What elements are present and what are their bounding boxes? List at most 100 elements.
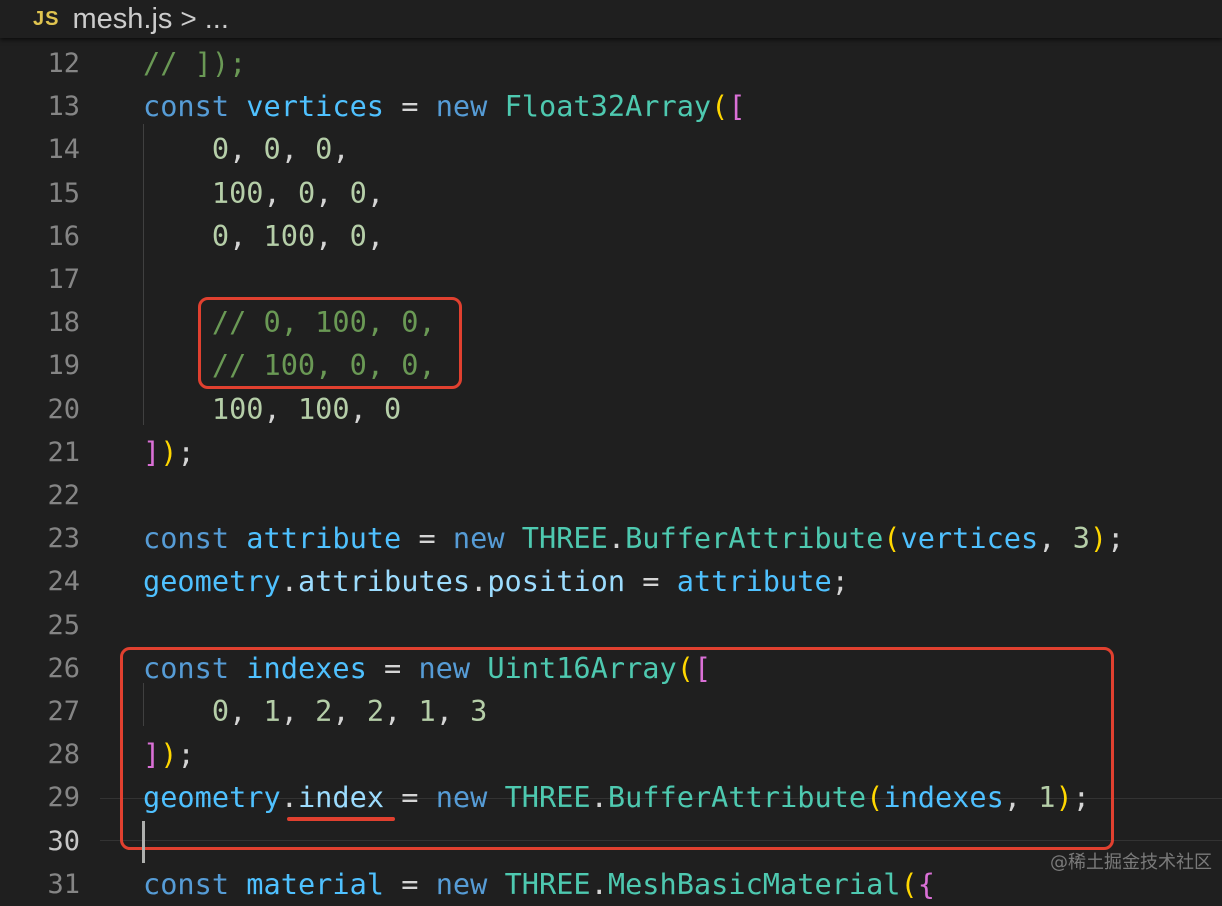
code-line[interactable]: 20 100, 100, 0 xyxy=(0,388,1222,431)
code-token: ; xyxy=(177,737,195,772)
code-line[interactable]: 15 100, 0, 0, xyxy=(0,172,1222,215)
line-number: 14 xyxy=(47,134,80,166)
code-token: 0 xyxy=(315,132,333,167)
code-token: ) xyxy=(1055,780,1073,815)
code-editor[interactable]: 12// ]); 13 const vertices = new Float32Ar… xyxy=(0,38,1222,901)
code-token: const xyxy=(143,650,247,685)
code-text[interactable]: // 100, 0, 0, xyxy=(143,344,436,387)
line-number: 30 xyxy=(47,825,80,857)
code-token: . xyxy=(607,521,626,556)
code-token: ; xyxy=(1072,780,1090,815)
line-number: 16 xyxy=(47,220,80,252)
code-token: [ xyxy=(693,650,712,685)
code-line[interactable]: 22 xyxy=(0,474,1222,517)
code-text[interactable]: ]); xyxy=(143,431,195,474)
code-token: ( xyxy=(711,89,729,124)
code-text[interactable]: // ]); xyxy=(143,42,246,85)
code-line[interactable]: 12 // ]); xyxy=(0,42,1222,85)
code-token: 0 xyxy=(384,391,402,426)
code-token: position xyxy=(487,564,626,599)
code-token: 0 xyxy=(297,175,316,210)
code-text[interactable]: 0, 1, 2, 2, 1, 3 xyxy=(143,690,488,733)
code-text[interactable]: const vertices = new Float32Array([ xyxy=(143,85,746,128)
code-line[interactable]: 29 geometry.index = new THREE.BufferAttri… xyxy=(0,776,1222,819)
code-token: attribute xyxy=(246,521,402,556)
code-token: 100 xyxy=(297,391,350,426)
code-line[interactable]: 18 // 0, 100, 0, xyxy=(0,301,1222,344)
line-number: 26 xyxy=(47,652,80,684)
code-text[interactable]: 0, 100, 0, xyxy=(143,215,384,258)
code-token: . xyxy=(590,866,608,901)
code-line[interactable]: 31 const material = new THREE.MeshBasicMa… xyxy=(0,863,1222,906)
code-token: 0 xyxy=(349,175,367,210)
code-token: = xyxy=(401,521,453,556)
code-token: , xyxy=(366,218,385,253)
line-number: 13 xyxy=(47,91,80,123)
line-number: 20 xyxy=(47,393,80,425)
code-token: indexes xyxy=(883,780,1004,815)
code-line[interactable]: 26 const indexes = new Uint16Array([ xyxy=(0,647,1222,690)
line-number: 31 xyxy=(47,868,80,900)
code-line[interactable]: 14 0, 0, 0, xyxy=(0,128,1222,171)
code-token: 2 xyxy=(366,694,385,728)
code-line[interactable]: 17 xyxy=(0,258,1222,301)
line-number: 18 xyxy=(47,307,80,339)
code-text[interactable]: const indexes = new Uint16Array([ xyxy=(143,647,711,690)
code-text[interactable]: // 0, 100, 0, xyxy=(143,301,436,344)
breadcrumb-symbol-ellipsis[interactable]: ... xyxy=(205,3,229,36)
code-line[interactable]: 23 const attribute = new THREE.BufferAttr… xyxy=(0,517,1222,560)
code-line[interactable]: 21]); xyxy=(0,431,1222,474)
code-token: , xyxy=(332,132,350,167)
code-token: vertices xyxy=(900,521,1039,556)
code-token: BufferAttribute xyxy=(625,521,884,556)
code-token: ) xyxy=(160,737,178,772)
code-text[interactable]: 100, 0, 0, xyxy=(143,172,384,215)
code-token: , xyxy=(280,694,316,728)
code-token: ; xyxy=(177,434,195,469)
code-line[interactable]: 24 geometry.attributes.position = attribu… xyxy=(0,560,1222,603)
code-token: vertices xyxy=(246,89,385,124)
code-text[interactable]: geometry.index = new THREE.BufferAttribu… xyxy=(143,776,1090,819)
code-token: THREE xyxy=(521,521,608,556)
code-token: , xyxy=(229,218,264,253)
watermark: @稀土掘金技术社区 xyxy=(1050,852,1212,873)
code-token: 1 xyxy=(1038,780,1056,815)
code-token: 0 xyxy=(143,132,230,167)
code-text[interactable]: const material = new THREE.MeshBasicMate… xyxy=(143,863,935,906)
breadcrumb: JS mesh.js > ... xyxy=(0,0,1222,38)
code-line[interactable]: 19 // 100, 0, 0, xyxy=(0,344,1222,387)
code-line[interactable]: 25 xyxy=(0,604,1222,647)
code-line[interactable]: 16 0, 100, 0, xyxy=(0,215,1222,258)
code-token: attribute xyxy=(676,564,832,599)
code-token: , xyxy=(280,132,316,167)
code-token: index xyxy=(297,780,385,815)
code-token: , xyxy=(229,132,264,167)
breadcrumb-file-name[interactable]: mesh.js xyxy=(72,3,172,36)
line-number: 12 xyxy=(47,48,80,79)
code-token: geometry xyxy=(143,780,281,815)
code-token: ( xyxy=(900,866,918,901)
code-text[interactable]: 0, 0, 0, xyxy=(143,128,350,171)
code-line[interactable]: 27 0, 1, 2, 2, 1, 3 xyxy=(0,690,1222,733)
code-token: material xyxy=(246,866,385,901)
code-line[interactable]: 30 xyxy=(0,820,1222,863)
code-token: 0 xyxy=(349,218,367,253)
code-token: ( xyxy=(883,521,901,556)
line-number: 15 xyxy=(47,177,80,209)
code-token: THREE xyxy=(504,866,591,901)
code-line[interactable]: 13 const vertices = new Float32Array([ xyxy=(0,85,1222,128)
code-line[interactable]: 28]); xyxy=(0,733,1222,776)
code-token: , xyxy=(1038,521,1073,556)
code-text[interactable]: 100, 100, 0 xyxy=(143,388,401,431)
code-text[interactable]: const attribute = new THREE.BufferAttrib… xyxy=(143,517,1124,560)
code-text[interactable]: geometry.attributes.position = attribute… xyxy=(143,560,849,603)
code-token: ] xyxy=(143,434,161,469)
code-token: 100 xyxy=(143,175,264,210)
code-token: Float32Array xyxy=(504,89,712,124)
code-token: , xyxy=(384,694,419,728)
code-text[interactable]: ]); xyxy=(143,733,195,776)
code-token: , xyxy=(263,391,298,426)
code-token: [ xyxy=(728,89,746,124)
code-token: , xyxy=(366,175,385,210)
line-number: 17 xyxy=(47,264,80,295)
